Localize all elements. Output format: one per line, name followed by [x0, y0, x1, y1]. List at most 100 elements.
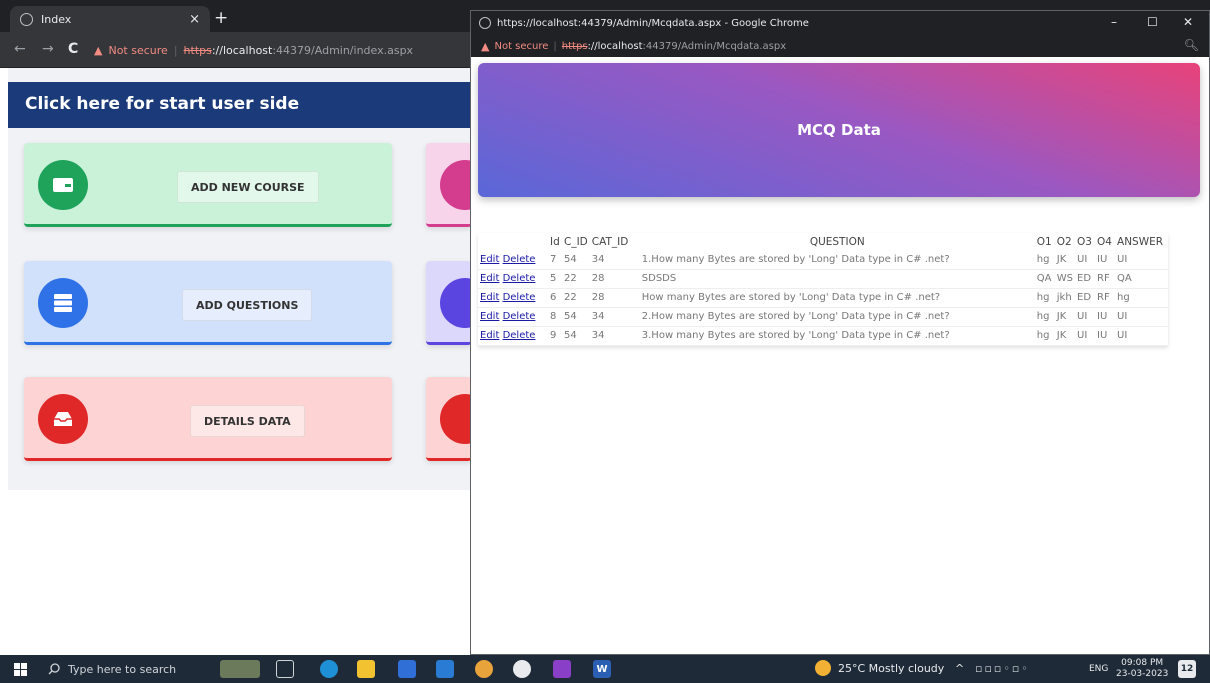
forward-arrow-icon[interactable]: →: [42, 41, 54, 57]
cell-cat-id: 28: [589, 288, 640, 308]
minimize-icon[interactable]: –: [1111, 15, 1117, 29]
header-c-id: C_ID: [564, 235, 588, 248]
popup-title-bar: https://localhost:44379/Admin/Mcqdata.as…: [471, 11, 1209, 35]
cell-o2: JK: [1054, 326, 1076, 346]
cell-answer: QA: [1115, 269, 1169, 289]
not-secure-label: Not secure: [494, 40, 549, 52]
delete-link[interactable]: Delete: [503, 311, 536, 322]
start-user-side-link[interactable]: Click here for start user side: [8, 82, 470, 128]
cell-cat-id: 34: [589, 326, 640, 346]
file-explorer-icon[interactable]: [357, 660, 375, 678]
edit-link[interactable]: Edit: [480, 273, 499, 284]
maximize-icon[interactable]: ☐: [1147, 15, 1158, 29]
delete-link[interactable]: Delete: [503, 254, 536, 265]
weather-text[interactable]: 25°C Mostly cloudy: [838, 662, 944, 675]
details-data-button[interactable]: DETAILS DATA: [190, 405, 305, 437]
popup-address-bar[interactable]: ▲ Not secure | https://localhost:44379/A…: [471, 35, 1209, 57]
url-text: https://localhost:44379/Admin/Mcqdata.as…: [562, 41, 786, 52]
inbox-icon: [38, 394, 88, 444]
row-actions: Edit Delete: [478, 269, 548, 289]
partial-card-red: [426, 377, 490, 461]
taskbar-search-box[interactable]: Type here to search: [48, 659, 208, 679]
clock-date: 23-03-2023: [1116, 669, 1169, 679]
cell-c-id: 22: [562, 269, 590, 289]
cell-o1: hg: [1034, 307, 1055, 327]
globe-icon: [479, 17, 491, 29]
address-separator: |: [173, 43, 178, 57]
address-bar[interactable]: ▲ Not secure | https://localhost:44379/A…: [94, 39, 454, 61]
windows-start-icon[interactable]: [14, 663, 27, 676]
clock-time: 09:08 PM: [1121, 658, 1164, 668]
warning-icon: ▲: [481, 39, 490, 53]
row-actions: Edit Delete: [478, 250, 548, 270]
search-icon: [48, 663, 60, 675]
delete-link[interactable]: Delete: [503, 330, 536, 341]
new-tab-button[interactable]: +: [214, 8, 228, 28]
word-icon[interactable]: W: [593, 660, 611, 678]
tray-chevron-icon[interactable]: ^: [955, 662, 964, 675]
wallet-icon: [38, 160, 88, 210]
url-scheme: https: [561, 40, 588, 52]
add-questions-button[interactable]: ADD QUESTIONS: [182, 289, 313, 321]
table-row: Edit Delete 8 54 34 2.How many Bytes are…: [478, 307, 1169, 327]
tab-index[interactable]: Index ×: [10, 6, 210, 32]
partial-card-pink: [426, 143, 490, 227]
cell-o4: RF: [1095, 288, 1116, 308]
cell-question: 1.How many Bytes are stored by 'Long' Da…: [639, 250, 1035, 270]
reload-icon[interactable]: C: [68, 41, 78, 57]
zoom-icon[interactable]: 🔍︎: [1184, 38, 1199, 52]
cell-question: How many Bytes are stored by 'Long' Data…: [639, 288, 1035, 308]
language-indicator[interactable]: ENG: [1089, 664, 1108, 674]
news-widget-icon[interactable]: [220, 660, 260, 678]
taskbar-clock[interactable]: 09:08 PM 23-03-2023: [1116, 658, 1168, 680]
cell-answer: hg: [1115, 288, 1169, 308]
edit-link[interactable]: Edit: [480, 254, 499, 265]
table-header-row: Id C_ID CAT_ID QUESTION O1 O2 O3 O4 ANSW…: [478, 233, 1168, 250]
url-host: ://localhost: [587, 40, 643, 52]
cell-c-id: 22: [562, 288, 590, 308]
cell-cat-id: 34: [589, 307, 640, 327]
mcq-data-table: Id C_ID CAT_ID QUESTION O1 O2 O3 O4 ANSW…: [478, 233, 1169, 346]
system-tray-icons[interactable]: ▫▫▫◦▫◦: [975, 662, 1055, 675]
back-arrow-icon[interactable]: ←: [14, 41, 26, 57]
database-icon: [38, 278, 88, 328]
table-row: Edit Delete 5 22 28 SDSDS QA WS ED RF QA: [478, 269, 1169, 289]
mail-icon[interactable]: [436, 660, 454, 678]
cell-o4: IU: [1095, 326, 1116, 346]
close-icon[interactable]: ✕: [1183, 15, 1193, 29]
task-view-icon[interactable]: [276, 660, 294, 678]
add-new-course-button[interactable]: ADD NEW COURSE: [177, 171, 319, 203]
cell-o1: hg: [1034, 250, 1055, 270]
cell-o1: QA: [1034, 269, 1055, 289]
cell-o2: WS: [1054, 269, 1076, 289]
cell-o3: UI: [1075, 307, 1096, 327]
header-o1: O1: [1036, 235, 1052, 248]
header-o2: O2: [1056, 235, 1072, 248]
not-secure-label: Not secure: [108, 43, 168, 57]
edit-link[interactable]: Edit: [480, 311, 499, 322]
notifications-icon[interactable]: 12: [1178, 660, 1196, 678]
edit-link[interactable]: Edit: [480, 330, 499, 341]
add-new-course-card: ADD NEW COURSE: [24, 143, 392, 227]
globe-icon: [20, 12, 33, 26]
url-path: :44379/Admin/Mcqdata.aspx: [642, 40, 787, 52]
chrome-profile-icon[interactable]: [513, 660, 531, 678]
warning-icon: ▲: [94, 43, 103, 57]
edge-icon[interactable]: [320, 660, 338, 678]
visual-studio-icon[interactable]: [553, 660, 571, 678]
delete-link[interactable]: Delete: [503, 292, 536, 303]
store-icon[interactable]: [398, 660, 416, 678]
cell-answer: UI: [1115, 326, 1169, 346]
row-actions: Edit Delete: [478, 288, 548, 308]
edit-link[interactable]: Edit: [480, 292, 499, 303]
chrome-icon[interactable]: [475, 660, 493, 678]
popup-window-title: https://localhost:44379/Admin/Mcqdata.as…: [497, 17, 809, 29]
delete-link[interactable]: Delete: [503, 273, 536, 284]
weather-icon: [815, 660, 831, 676]
mcq-data-popup-window: https://localhost:44379/Admin/Mcqdata.as…: [470, 10, 1210, 655]
cell-id: 9: [548, 326, 562, 346]
url-text: https://localhost:44379/Admin/index.aspx: [184, 44, 414, 57]
tab-close-icon[interactable]: ×: [189, 12, 200, 27]
cell-o2: JK: [1054, 250, 1076, 270]
cell-id: 5: [548, 269, 562, 289]
